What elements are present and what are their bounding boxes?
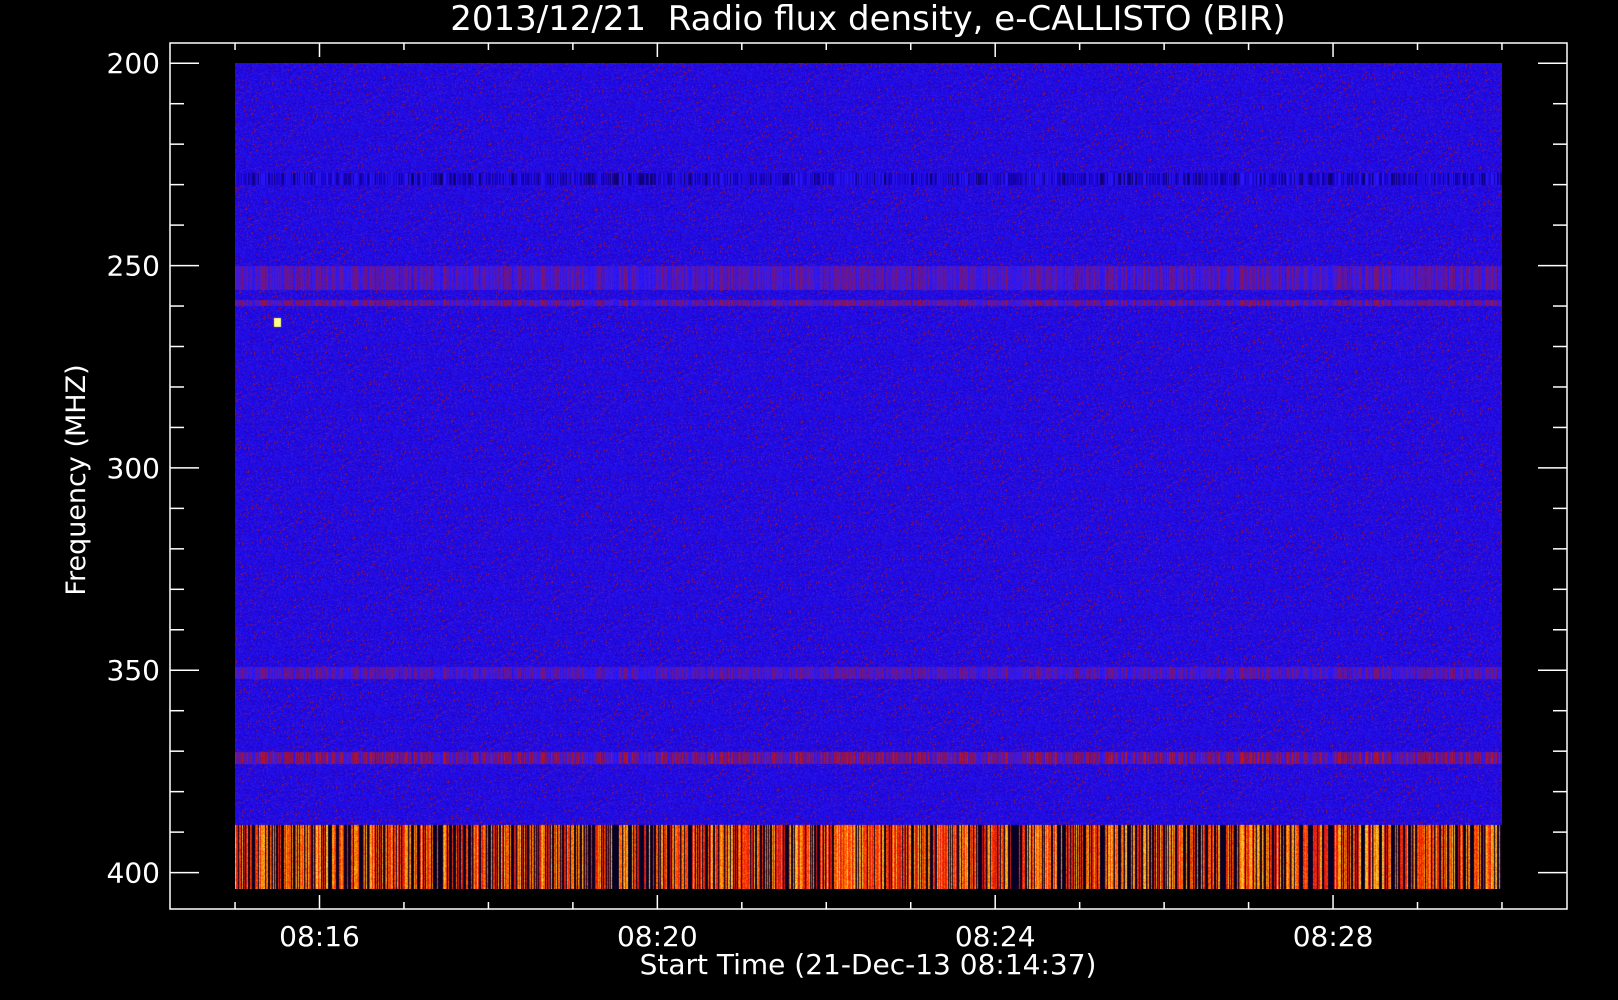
x-tick-label: 08:16 (279, 920, 360, 953)
heatmap-canvas-holder (235, 63, 1503, 890)
y-tick-label: 300 (107, 452, 160, 485)
y-axis-label: Frequency (MHZ) (61, 364, 92, 595)
x-tick-label: 08:28 (1293, 920, 1374, 953)
heatmap-layer (235, 63, 1503, 890)
y-tick-label: 200 (107, 47, 160, 80)
y-tick-label: 400 (107, 857, 160, 890)
chart-title: 2013/12/21 Radio flux density, e-CALLIST… (450, 0, 1286, 39)
heatmap-canvas (235, 63, 1503, 890)
y-tick-label: 350 (107, 654, 160, 687)
spectrogram-chart: 2013/12/21 Radio flux density, e-CALLIST… (0, 0, 1618, 1000)
x-axis-label: Start Time (21-Dec-13 08:14:37) (640, 948, 1097, 981)
y-tick-label: 250 (107, 250, 160, 283)
